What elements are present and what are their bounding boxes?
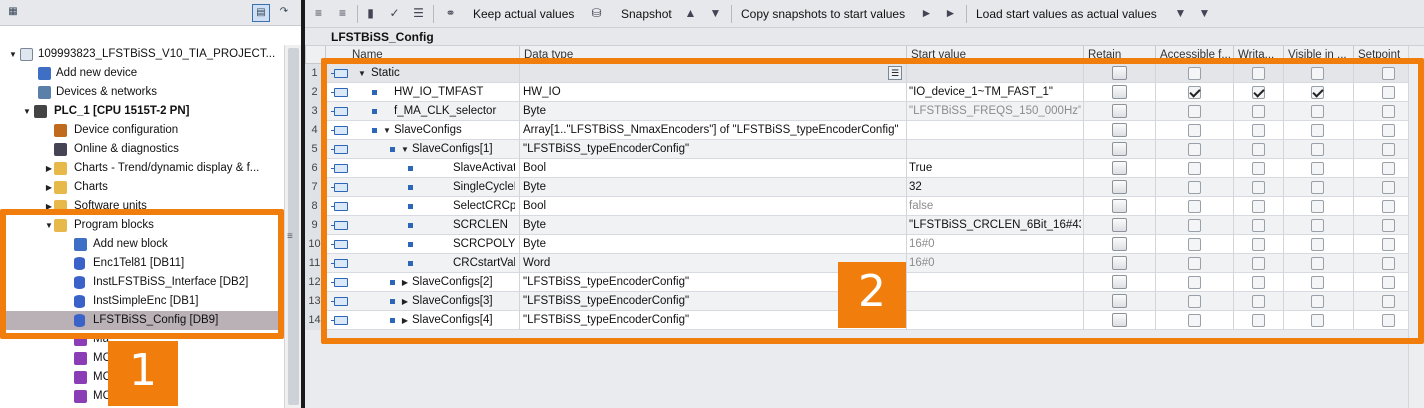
tree-item-label: Charts - Trend/dynamic display & f...	[74, 162, 260, 174]
sync-icon[interactable]: ↷	[275, 4, 293, 22]
keep-actual-values-button[interactable]: Keep actual values	[473, 7, 574, 21]
block-title: LFSTBiSS_Config	[305, 28, 1424, 46]
toolbar-separator	[357, 5, 358, 23]
overview-icon[interactable]: ▤	[252, 4, 270, 22]
splitter-grip-icon[interactable]: ≡	[287, 231, 293, 242]
tree-item-label: Devices & networks	[56, 86, 157, 98]
copy-snapshot-all-icon[interactable]: ►	[943, 6, 958, 21]
tree-item-label: PLC_1 [CPU 1515T-2 PN]	[54, 105, 190, 117]
expand-icon[interactable]: ▮	[363, 6, 378, 21]
ob-icon	[74, 390, 87, 403]
check-list-icon[interactable]: ✓	[387, 6, 402, 21]
device-config-icon	[54, 124, 67, 137]
callout-badge-2: 2	[838, 262, 906, 328]
tree-item[interactable]: Devices & networks	[0, 83, 284, 102]
tree-item-label: Charts	[74, 181, 108, 193]
view-toggle-icon[interactable]: ▦	[4, 4, 22, 22]
plc-icon	[34, 105, 47, 118]
tree-scrollbar[interactable]	[284, 45, 301, 408]
tree-item[interactable]: Add new device	[0, 64, 284, 83]
callout-box-1	[0, 209, 284, 339]
folder-icon	[54, 162, 67, 175]
toolbar-separator	[966, 5, 967, 23]
tree-item[interactable]: ▼ PLC_1 [CPU 1515T-2 PN]	[0, 102, 284, 121]
snapshot-icon[interactable]: ▲	[683, 6, 698, 21]
project-icon	[20, 48, 33, 61]
tree-item-label: Online & diagnostics	[74, 143, 179, 155]
tree-item-label: Device configuration	[74, 124, 179, 136]
keep-values-icon[interactable]: ⛁	[589, 6, 604, 21]
insert-row-icon[interactable]: ≡	[311, 6, 326, 21]
expanded-arrow-icon[interactable]: ▼	[22, 102, 32, 121]
folder-icon	[54, 181, 67, 194]
tree-item[interactable]: ▶ Charts	[0, 178, 284, 197]
tree-item-label: 109993823_LFSTBiSS_V10_TIA_PROJECT...	[38, 48, 276, 60]
editor-toolbar: ≡ ≡ ▮ ✓ ☰ ⚭ Keep actual values ⛁ Snapsho…	[305, 0, 1424, 28]
snapshot-copy-icon[interactable]: ▼	[708, 6, 723, 21]
copy-snapshots-button[interactable]: Copy snapshots to start values	[741, 7, 905, 21]
snapshot-button[interactable]: Snapshot	[621, 7, 672, 21]
load-start-all-icon[interactable]: ▼	[1197, 6, 1212, 21]
load-start-icon[interactable]: ▼	[1173, 6, 1188, 21]
tree-item[interactable]: Online & diagnostics	[0, 140, 284, 159]
diagnostics-icon	[54, 143, 67, 156]
collapsed-arrow-icon[interactable]: ▶	[44, 159, 54, 178]
ob-icon	[74, 371, 87, 384]
tree-item[interactable]: ▼ 109993823_LFSTBiSS_V10_TIA_PROJECT...	[0, 45, 284, 64]
tia-portal-window: ▦ ▤ ↷ ▼ 109993823_LFSTBiSS_V10_TIA_PROJEC…	[0, 0, 1424, 408]
toolbar-separator	[433, 5, 434, 23]
callout-badge-1: 1	[108, 341, 178, 406]
ob-icon	[74, 352, 87, 365]
monitor-glasses-icon[interactable]: ⚭	[443, 6, 458, 21]
project-tree-toolbar: ▦ ▤ ↷	[0, 0, 303, 26]
list-icon[interactable]: ☰	[411, 6, 426, 21]
tree-item[interactable]: ▶ Charts - Trend/dynamic display & f...	[0, 159, 284, 178]
add-device-icon	[38, 67, 51, 80]
toolbar-separator	[731, 5, 732, 23]
tree-scrollbar-thumb[interactable]	[288, 48, 299, 405]
collapsed-arrow-icon[interactable]: ▶	[44, 178, 54, 197]
tree-item[interactable]: Device configuration	[0, 121, 284, 140]
load-start-values-button[interactable]: Load start values as actual values	[976, 7, 1157, 21]
expanded-arrow-icon[interactable]: ▼	[8, 45, 18, 64]
tree-item-label: Add new device	[56, 67, 138, 79]
network-icon	[38, 86, 51, 99]
copy-snapshot-icon[interactable]: ►	[919, 6, 934, 21]
add-row-icon[interactable]: ≡	[335, 6, 350, 21]
